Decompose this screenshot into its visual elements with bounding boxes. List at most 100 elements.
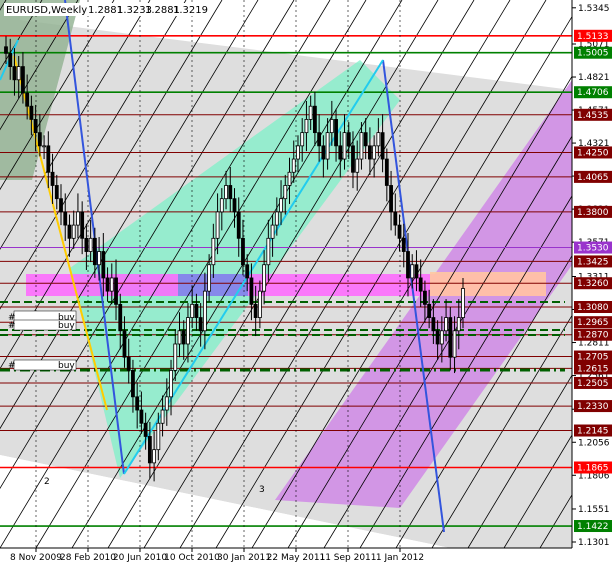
wave-label-2: 2	[44, 477, 50, 487]
candle-body	[266, 237, 271, 266]
candle-body	[101, 251, 106, 279]
y-tick-label: 1.4821	[578, 73, 610, 83]
level-tag-label: 1.4250	[577, 148, 609, 158]
candle-body	[262, 264, 267, 292]
candle-body	[109, 277, 114, 292]
x-tick-label: 30 Jan 2011	[217, 553, 271, 563]
buy-marker-2: # buy	[8, 319, 77, 331]
candle-body	[448, 317, 453, 358]
symbol-label: EURUSD,Weekly	[6, 5, 87, 16]
candle-body	[241, 237, 245, 266]
candle-body	[389, 185, 393, 213]
candle-body	[363, 132, 368, 147]
candle-body	[435, 330, 440, 345]
x-tick-label: 8 Nov 2009	[10, 553, 62, 563]
candle-body	[67, 224, 72, 239]
candle-body	[169, 370, 173, 398]
candle-body	[283, 185, 288, 200]
candle-body	[232, 198, 237, 213]
candle-body	[126, 356, 131, 371]
y-tick-label: 1.5345	[578, 4, 610, 14]
candle-body	[25, 92, 30, 107]
chart-title: EURUSD,Weekly 1.2881 1.3233 1.2881 1.321…	[4, 3, 208, 16]
y-tick-label: 1.2056	[578, 438, 610, 448]
level-tag-label: 1.5005	[577, 49, 609, 59]
level-tag-label: 1.4065	[577, 173, 609, 183]
candle-body	[228, 185, 233, 200]
candle-body	[423, 290, 427, 305]
candle-body	[355, 158, 360, 173]
candle-body	[376, 132, 381, 147]
candle-body	[42, 145, 46, 148]
candle-body	[202, 290, 207, 332]
candle-body	[236, 211, 241, 239]
candle-body	[21, 66, 25, 94]
candle-body	[164, 396, 169, 411]
candle-body	[63, 211, 68, 226]
candle-body	[325, 132, 330, 160]
x-tick-label: 11 Sep 2011	[319, 553, 376, 563]
candle-body	[334, 119, 338, 147]
candle-body	[291, 158, 296, 173]
level-tag-label: 1.2145	[577, 427, 609, 437]
candle-body	[219, 198, 224, 213]
candle-body	[156, 422, 161, 451]
price-chart: # buy # buy # buy 2 3 EURUSD,Weekly 1.28…	[0, 0, 614, 567]
candle-body	[114, 277, 118, 305]
level-tag-label: 1.2705	[577, 353, 609, 363]
candle-body	[321, 145, 326, 160]
level-tag-label: 1.4706	[577, 88, 609, 98]
candle-body	[147, 436, 152, 464]
candle-body	[304, 119, 309, 134]
buy-marker-hash: #	[8, 361, 16, 371]
plot-area: # buy # buy # buy 2 3 EURUSD,Weekly 1.28…	[0, 0, 572, 548]
candle-body	[173, 343, 178, 371]
candle-body	[287, 171, 292, 186]
candle-body	[384, 158, 389, 186]
candle-body	[190, 303, 195, 318]
level-tag-label: 1.5133	[577, 32, 609, 42]
candle-body	[427, 303, 432, 318]
level-tag-label: 1.1865	[577, 463, 609, 473]
candle-body	[143, 422, 148, 437]
candle-body	[46, 145, 51, 173]
candle-body	[122, 330, 127, 358]
candle-body	[393, 211, 398, 226]
candle-body	[245, 264, 250, 279]
ohlc-close: 1.3219	[173, 5, 208, 16]
candle-body	[456, 317, 461, 332]
candle-body	[253, 303, 258, 318]
candle-body	[406, 251, 410, 279]
candle-body	[329, 119, 334, 134]
y-tick-label: 1.1551	[578, 505, 610, 515]
candle-body	[177, 330, 182, 345]
candle-body	[257, 290, 262, 318]
candle-body	[300, 132, 305, 147]
candle-body	[29, 105, 34, 120]
candle-body	[37, 132, 42, 147]
candle-body	[414, 264, 419, 279]
x-tick-label: 1 Jan 2012	[376, 553, 424, 563]
x-tick-label: 28 Feb 2010	[60, 553, 116, 563]
candle-body	[431, 317, 436, 332]
candle-body	[308, 105, 313, 120]
candle-body	[152, 449, 157, 464]
candle-body	[186, 317, 190, 345]
candle-body	[346, 132, 351, 147]
x-tick-label: 22 May 2011	[267, 553, 326, 563]
candle-body	[296, 145, 300, 160]
candle-body	[135, 396, 140, 411]
level-tag-label: 1.3530	[577, 244, 609, 254]
candle-body	[118, 303, 123, 332]
candle-body	[224, 185, 228, 200]
candle-body	[410, 264, 415, 279]
candle-body	[215, 211, 220, 239]
candle-body	[338, 145, 343, 160]
candle-body	[92, 237, 97, 266]
candle-body	[211, 237, 216, 266]
candle-body	[279, 198, 283, 213]
buy-marker-hash: #	[8, 321, 16, 331]
level-tag-label: 1.3425	[577, 257, 609, 267]
level-tag-label: 1.2615	[577, 364, 609, 374]
candle-body	[372, 145, 377, 160]
